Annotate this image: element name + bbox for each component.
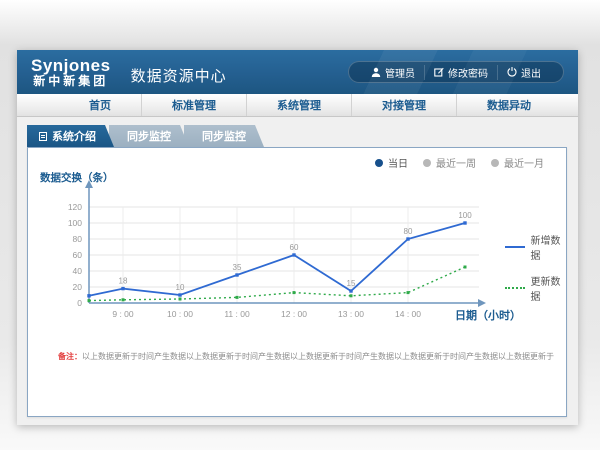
y-tick-label: 80 — [73, 234, 83, 244]
x-tick-label: 12 : 00 — [281, 309, 307, 319]
content-area: 系统介绍 同步监控 同步监控 当日 最近一周 — [17, 117, 578, 424]
x-axis-title: 日期（小时） — [455, 308, 521, 322]
tab-sync-monitor-1[interactable]: 同步监控 — [109, 125, 189, 147]
radio-icon — [375, 159, 383, 167]
series-line-更新数据 — [89, 267, 465, 301]
data-point-更新数据 — [122, 298, 125, 301]
data-point-更新数据 — [88, 299, 91, 302]
logout-label: 退出 — [521, 65, 541, 80]
tab-sync-monitor-2[interactable]: 同步监控 — [184, 125, 264, 147]
data-point-新增数据 — [349, 289, 352, 292]
nav-item-data-change[interactable]: 数据异动 — [456, 94, 561, 116]
x-tick-label: 10 : 00 — [167, 309, 193, 319]
footnote-label: 备注： — [58, 352, 82, 361]
series-legend: 新增数据 更新数据 — [505, 232, 566, 303]
brand-name: Synjones — [31, 57, 111, 75]
x-tick-label: 11 : 00 — [224, 309, 250, 319]
nav-item-home[interactable]: 首页 — [59, 94, 141, 116]
data-point-label: 10 — [176, 283, 185, 292]
edit-icon — [434, 67, 444, 77]
legend-item-updated-data: 更新数据 — [505, 273, 566, 303]
period-label: 最近一月 — [504, 155, 544, 170]
app-header: Synjones 新中新集团 数据资源中心 管理员 修改密码 退出 — [17, 50, 578, 94]
period-option-last-month[interactable]: 最近一月 — [491, 155, 544, 170]
radio-icon — [491, 159, 499, 167]
data-point-更新数据 — [350, 294, 353, 297]
data-point-更新数据 — [407, 291, 410, 294]
x-tick-label: 13 : 00 — [338, 309, 364, 319]
data-point-新增数据 — [292, 253, 295, 256]
data-point-新增数据 — [121, 287, 124, 290]
tab-bar: 系统介绍 同步监控 同步监控 — [27, 125, 578, 147]
data-point-更新数据 — [179, 298, 182, 301]
nav-item-system-mgmt[interactable]: 系统管理 — [246, 94, 351, 116]
x-tick-label: 14 : 00 — [395, 309, 421, 319]
data-point-更新数据 — [464, 266, 467, 269]
tab-system-intro[interactable]: 系统介绍 — [27, 125, 114, 147]
y-tick-label: 120 — [68, 202, 82, 212]
tab-label: 同步监控 — [127, 128, 171, 144]
data-point-label: 60 — [290, 243, 299, 252]
data-point-更新数据 — [293, 291, 296, 294]
legend-item-new-data: 新增数据 — [505, 232, 566, 262]
period-selector: 当日 最近一周 最近一月 — [375, 155, 544, 170]
main-nav: 首页 标准管理 系统管理 对接管理 数据异动 — [17, 94, 578, 117]
app-window: Synjones 新中新集团 数据资源中心 管理员 修改密码 退出 首页 标准管… — [17, 50, 578, 425]
y-tick-label: 100 — [68, 218, 82, 228]
data-point-label: 18 — [119, 277, 128, 286]
current-user-label: 管理员 — [385, 65, 415, 80]
page-title: 数据资源中心 — [131, 65, 227, 86]
nav-item-standard-mgmt[interactable]: 标准管理 — [141, 94, 246, 116]
period-option-last-week[interactable]: 最近一周 — [423, 155, 476, 170]
footnote-text: 以上数据更新于时间产生数据以上数据更新于时间产生数据以上数据更新于时间产生数据以… — [82, 352, 554, 361]
data-point-label: 100 — [458, 211, 472, 220]
data-point-更新数据 — [236, 296, 239, 299]
x-axis-arrow-icon — [478, 299, 486, 307]
footnote: 备注：以上数据更新于时间产生数据以上数据更新于时间产生数据以上数据更新于时间产生… — [58, 351, 556, 362]
user-toolbar: 管理员 修改密码 退出 — [348, 61, 564, 83]
change-password-label: 修改密码 — [448, 65, 488, 80]
radio-icon — [423, 159, 431, 167]
data-point-新增数据 — [178, 293, 181, 296]
y-axis-title: 数据交换（条） — [40, 170, 114, 185]
brand-chinese-name: 新中新集团 — [31, 75, 111, 88]
period-label: 当日 — [388, 155, 408, 170]
document-icon — [39, 132, 47, 141]
x-tick-label: 9 : 00 — [112, 309, 134, 319]
y-tick-label: 20 — [73, 282, 83, 292]
data-point-新增数据 — [87, 294, 90, 297]
dotted-line-icon — [505, 287, 525, 289]
data-point-label: 15 — [347, 279, 356, 288]
chart-panel: 当日 最近一周 最近一月 数据交换（条） 0 20 40 60 80 100 120 9 : … — [27, 147, 567, 417]
tab-label: 同步监控 — [202, 128, 246, 144]
tab-label: 系统介绍 — [52, 128, 96, 144]
period-option-today[interactable]: 当日 — [375, 155, 408, 170]
data-point-label: 80 — [404, 227, 413, 236]
period-label: 最近一周 — [436, 155, 476, 170]
data-point-新增数据 — [406, 237, 409, 240]
logout-icon — [507, 67, 517, 77]
y-tick-label: 40 — [73, 266, 83, 276]
nav-item-integration-mgmt[interactable]: 对接管理 — [351, 94, 456, 116]
user-icon — [371, 67, 381, 77]
current-user-button[interactable]: 管理员 — [362, 65, 424, 80]
y-tick-label: 0 — [77, 298, 82, 308]
brand-logo: Synjones 新中新集团 — [31, 57, 111, 87]
y-tick-label: 60 — [73, 250, 83, 260]
legend-label: 更新数据 — [531, 273, 566, 303]
data-point-新增数据 — [463, 221, 466, 224]
solid-line-icon — [505, 246, 525, 248]
data-point-label: 35 — [233, 263, 242, 272]
legend-label: 新增数据 — [531, 232, 566, 262]
change-password-button[interactable]: 修改密码 — [424, 65, 497, 80]
data-point-新增数据 — [235, 273, 238, 276]
logout-button[interactable]: 退出 — [497, 65, 550, 80]
